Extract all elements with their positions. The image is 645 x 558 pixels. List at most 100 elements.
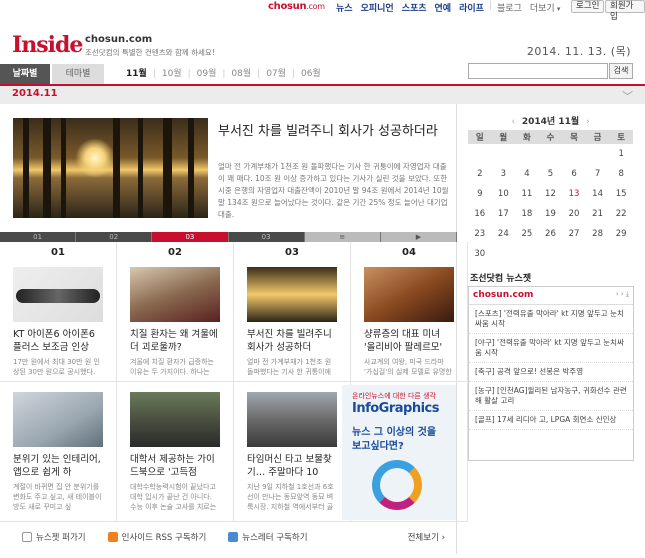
article-card[interactable]: 01 KT 아이폰6 아이폰6 플러스 보조금 인상 17만 원에서 최대 30… <box>0 242 117 382</box>
article-thumbnail[interactable] <box>13 392 103 447</box>
month-link[interactable]: 09월 <box>191 64 223 84</box>
calendar-day[interactable]: 15 <box>609 184 633 204</box>
nav-life[interactable]: 라이프 <box>455 1 488 14</box>
tab-by-theme[interactable]: 테마별 <box>52 64 104 84</box>
article-title[interactable]: 치질 환자는 왜 겨울에 더 괴로울까? <box>130 328 220 354</box>
month-link[interactable]: 07월 <box>260 64 292 84</box>
article-thumbnail[interactable] <box>247 267 337 322</box>
month-link[interactable]: 10월 <box>156 64 188 84</box>
calendar-day[interactable]: 9 <box>468 184 492 204</box>
calendar-day[interactable]: 11 <box>515 184 539 204</box>
calendar-day[interactable]: 2 <box>468 164 492 184</box>
nav-opinion[interactable]: 오피니언 <box>357 1 398 14</box>
calendar-day[interactable]: 18 <box>515 204 539 224</box>
login-button[interactable]: 로그인 <box>571 0 605 13</box>
infographic-banner[interactable]: 온라인뉴스에 대한 다른 생각 InfoGraphics 뉴스 그 이상의 것을… <box>342 385 456 520</box>
calendar-day[interactable]: 23 <box>468 224 492 244</box>
calendar-day[interactable]: 4 <box>515 164 539 184</box>
article-thumbnail[interactable] <box>247 392 337 447</box>
newsletter-link[interactable]: 뉴스레터 구독하기 <box>228 531 308 543</box>
article-card[interactable]: 03 부서진 차를 빌려주니 회사가 성공하더 얼마 전 가계부채가 1천조 원… <box>234 242 351 382</box>
article-title[interactable]: 대학서 제공하는 가이드북으로 '고득점 <box>130 453 220 479</box>
article-title[interactable]: KT 아이폰6 아이폰6 플러스 보조금 인상 <box>13 328 103 354</box>
calendar-day[interactable]: 19 <box>539 204 563 224</box>
right-sidebar: ‹ 2014년 11월 › 일월화 수목금 토 1 2 3 4 5 6 7 8 9 10 11 12 1… <box>458 104 645 554</box>
news-item[interactable]: [스포츠] '전력유출 막아라' kt 지명 앞두고 눈치싸움 시작 <box>469 305 633 334</box>
rss-link[interactable]: 인사이드 RSS 구독하기 <box>107 531 206 543</box>
article-card[interactable]: 분위기 있는 인테리어, 앱으로 쉽게 하 계절이 바뀌면 집 안 분위기를 변… <box>0 382 117 522</box>
rank-tab[interactable]: 02 <box>76 232 153 242</box>
calendar-day[interactable]: 3 <box>492 164 516 184</box>
nav-entertainment[interactable]: 연예 <box>431 1 456 14</box>
calendar-day[interactable]: 30 <box>468 244 492 264</box>
calendar-day[interactable]: 27 <box>562 224 586 244</box>
calendar-day[interactable]: 7 <box>586 164 610 184</box>
hero-title[interactable]: 부서진 차를 빌려주니 회사가 성공하더라 <box>218 122 450 141</box>
news-item[interactable]: [축구] 공격 앞으로! 선봉은 박주영 <box>469 363 633 382</box>
rank-tab-active[interactable]: 03 <box>152 232 229 242</box>
calendar-day[interactable]: 6 <box>562 164 586 184</box>
article-title[interactable]: 타임머신 타고 보물찾기… 주말마다 10 <box>247 453 337 479</box>
search-button[interactable]: 검색 <box>609 63 633 79</box>
news-item[interactable]: [농구] [인천AG]윌리된 남자농구, 귀화선수 관련해 활살 고리 <box>469 382 633 411</box>
calendar-day[interactable]: 26 <box>539 224 563 244</box>
nav-more[interactable]: 더보기 <box>526 1 565 14</box>
calendar-day[interactable]: 1 <box>609 144 633 164</box>
inside-logo[interactable]: Inside <box>12 32 83 58</box>
calendar-day[interactable]: 5 <box>539 164 563 184</box>
calendar-day[interactable]: 8 <box>609 164 633 184</box>
article-card[interactable]: 02 치질 환자는 왜 겨울에 더 괴로울까? 겨울에 치질 환자가 급증하는 … <box>117 242 234 382</box>
news-item[interactable]: [골프] 17세 리디아 고, LPGA 회연소 신인상 <box>469 411 633 430</box>
calendar-day <box>562 244 586 264</box>
article-thumbnail[interactable] <box>130 267 220 322</box>
calendar-day[interactable]: 10 <box>492 184 516 204</box>
infographic-title: InfoGraphics <box>352 401 440 416</box>
rank-tab[interactable]: 03 <box>228 232 305 242</box>
calendar-day[interactable]: 13 <box>562 184 586 204</box>
calendar-day[interactable]: 21 <box>586 204 610 224</box>
share-newsjet-link[interactable]: 뉴스젯 퍼가기 <box>22 531 86 543</box>
month-link[interactable]: 08월 <box>225 64 257 84</box>
article-thumbnail[interactable] <box>13 267 103 322</box>
nav-news[interactable]: 뉴스 <box>332 1 357 14</box>
chevron-down-icon[interactable]: ﹀ <box>622 88 633 104</box>
calendar-day[interactable]: 28 <box>586 224 610 244</box>
article-card[interactable]: 대학서 제공하는 가이드북으로 '고득점 대학수학능력시험이 끝났다고 대학 입… <box>117 382 234 522</box>
article-title[interactable]: 분위기 있는 인테리어, 앱으로 쉽게 하 <box>13 453 103 479</box>
article-thumbnail[interactable] <box>364 267 454 322</box>
calendar-day[interactable]: 14 <box>586 184 610 204</box>
article-thumbnail[interactable] <box>130 392 220 447</box>
article-title[interactable]: 샹류층의 대표 미녀 '올리비아 팔레르모' <box>364 328 454 354</box>
calendar-day[interactable]: 20 <box>562 204 586 224</box>
newsjet-controls-icon[interactable]: ‹ › ⤓ <box>616 290 629 299</box>
month-link[interactable]: 11월 <box>120 64 153 84</box>
nav-blog[interactable]: 블로그 <box>493 1 526 14</box>
calendar-day[interactable]: 12 <box>539 184 563 204</box>
calendar-day[interactable]: 29 <box>609 224 633 244</box>
nav-sports[interactable]: 스포츠 <box>398 1 431 14</box>
article-desc: 대학수학능력시험이 끝났다고 대학 입시가 끝난 건 아니다. 수능 이후 논술… <box>130 483 217 511</box>
tab-by-date[interactable]: 날짜별 <box>0 64 50 84</box>
calendar-day <box>586 144 610 164</box>
signup-button[interactable]: 회원가입 <box>605 0 645 22</box>
calendar-day[interactable]: 17 <box>492 204 516 224</box>
chosun-logo[interactable]: chosun.com <box>268 1 325 12</box>
calendar-day <box>609 244 633 264</box>
article-card[interactable]: 04 샹류층의 대표 미녀 '올리비아 팔레르모' 사교계의 여왕, 미국 드라… <box>351 242 468 382</box>
month-link[interactable]: 06월 <box>295 64 327 84</box>
list-view-icon[interactable]: ≡ <box>304 232 381 242</box>
calendar-day[interactable]: 16 <box>468 204 492 224</box>
prev-month-icon[interactable]: ‹ <box>507 117 519 127</box>
calendar-day[interactable]: 22 <box>609 204 633 224</box>
rank-tab[interactable]: 01 <box>0 232 77 242</box>
calendar-day[interactable]: 25 <box>515 224 539 244</box>
news-item[interactable]: [야구] '전력유출 막아라' kt 지명 앞두고 눈치싸움 시작 <box>469 334 633 363</box>
hero-image[interactable] <box>13 118 208 218</box>
next-month-icon[interactable]: › <box>582 117 594 127</box>
calendar-day[interactable]: 24 <box>492 224 516 244</box>
view-all-link[interactable]: 전체보기 › <box>408 531 445 543</box>
search-input[interactable] <box>468 63 608 79</box>
next-arrow-icon[interactable]: ▶ <box>380 232 458 242</box>
article-card[interactable]: 타임머신 타고 보물찾기… 주말마다 10 지난 9일 지하철 1호선과 6호선… <box>234 382 351 522</box>
article-title[interactable]: 부서진 차를 빌려주니 회사가 성공하더 <box>247 328 337 354</box>
